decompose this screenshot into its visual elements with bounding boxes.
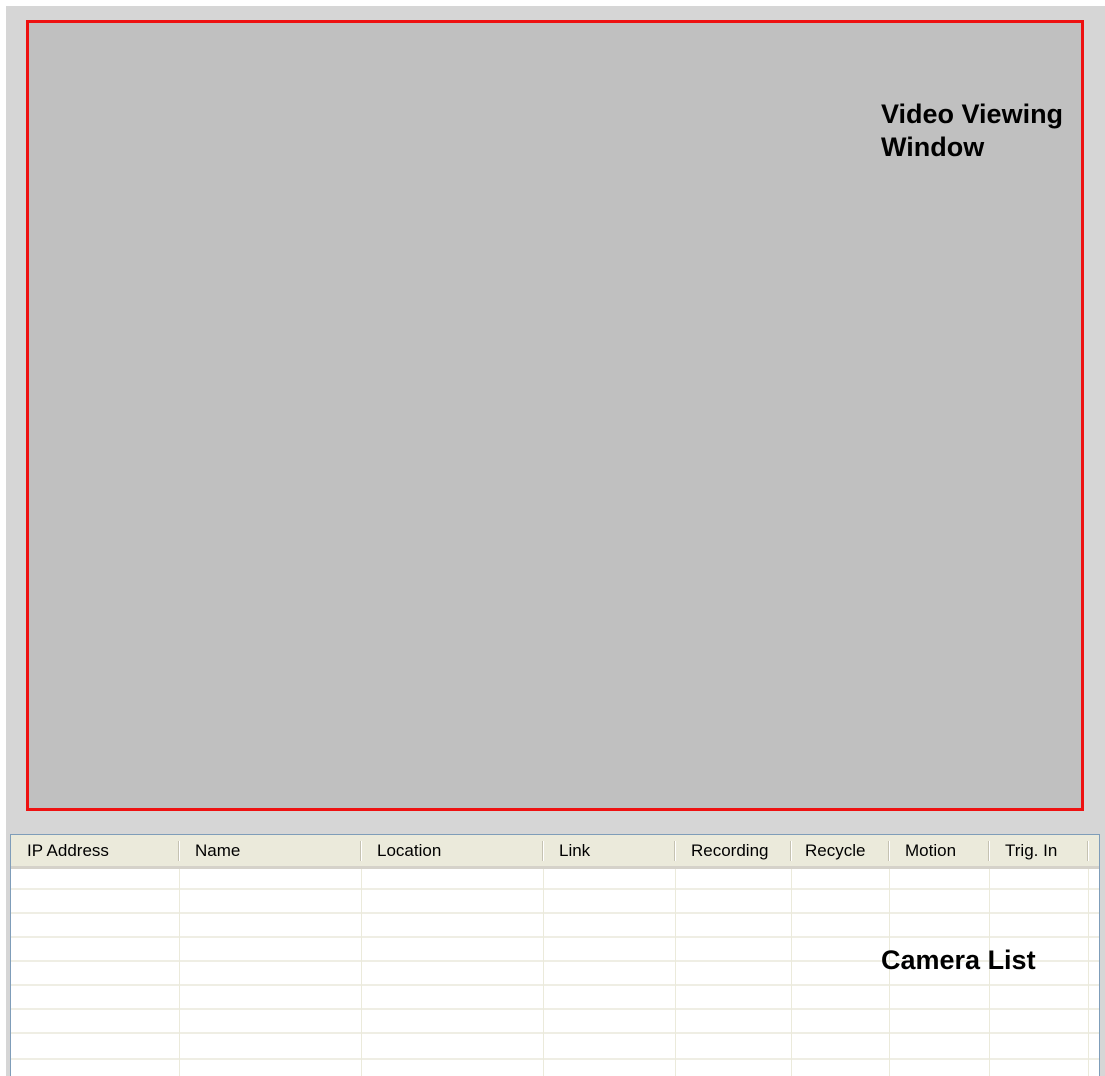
column-header-link[interactable]: Link bbox=[543, 835, 675, 866]
camera-list-header: IP Address Name Location Link Recording … bbox=[11, 835, 1099, 869]
column-header-recording[interactable]: Recording bbox=[675, 835, 791, 866]
column-divider bbox=[1088, 869, 1089, 1076]
column-header-recycle[interactable]: Recycle bbox=[791, 835, 889, 866]
column-header-trig-in[interactable]: Trig. In bbox=[989, 835, 1088, 866]
table-row[interactable] bbox=[11, 1008, 1099, 1010]
column-divider bbox=[361, 869, 362, 1076]
column-divider bbox=[675, 869, 676, 1076]
table-row[interactable] bbox=[11, 1058, 1099, 1060]
column-divider bbox=[179, 869, 180, 1076]
table-row[interactable] bbox=[11, 984, 1099, 986]
table-row[interactable] bbox=[11, 1032, 1099, 1034]
table-row[interactable] bbox=[11, 888, 1099, 890]
column-divider bbox=[543, 869, 544, 1076]
column-header-motion[interactable]: Motion bbox=[889, 835, 989, 866]
table-row[interactable] bbox=[11, 936, 1099, 938]
column-header-name[interactable]: Name bbox=[179, 835, 361, 866]
table-row[interactable] bbox=[11, 912, 1099, 914]
column-divider bbox=[791, 869, 792, 1076]
camera-list-label: Camera List bbox=[881, 945, 1036, 975]
column-header-location[interactable]: Location bbox=[361, 835, 543, 866]
column-header-ip-address[interactable]: IP Address bbox=[11, 835, 179, 866]
video-window-label: Video Viewing Window bbox=[881, 99, 1064, 162]
